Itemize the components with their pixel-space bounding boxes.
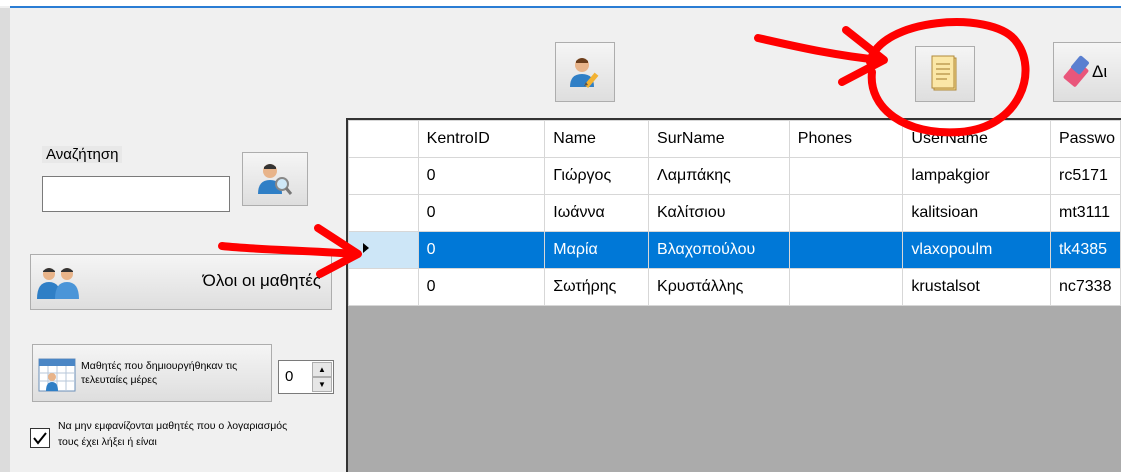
table-cell[interactable]: Γιώργος: [544, 157, 650, 195]
days-spinner-value: 0: [285, 368, 294, 385]
row-header[interactable]: [348, 157, 419, 195]
table-cell[interactable]: tk4385: [1049, 231, 1121, 269]
spinner-up-button[interactable]: ▲: [312, 362, 332, 377]
table-cell[interactable]: [788, 268, 904, 306]
row-header[interactable]: [348, 194, 419, 232]
table-cell[interactable]: rc5171: [1049, 157, 1121, 195]
table-cell[interactable]: Βλαχοπούλου: [648, 231, 790, 269]
column-header[interactable]: Phones: [788, 120, 904, 158]
table-cell[interactable]: 0: [417, 157, 546, 195]
all-students-label: Όλοι οι μαθητές: [202, 271, 321, 290]
hide-expired-checkbox[interactable]: [30, 428, 50, 448]
table-cell[interactable]: [788, 194, 904, 232]
annotation-arrowhead-top: [838, 26, 888, 86]
user-edit-icon: [570, 58, 599, 89]
table-cell[interactable]: 0: [417, 268, 546, 306]
row-header-current[interactable]: [348, 231, 419, 269]
column-header[interactable]: Passwo: [1049, 120, 1121, 158]
recent-students-label: Μαθητές που δημιουργήθηκαν τις τελευταίε…: [81, 360, 238, 386]
students-table: KentroID Name SurName Phones UserName Pa…: [348, 120, 1121, 306]
table-cell[interactable]: Καλίτσιου: [648, 194, 790, 232]
eraser-icon: [1063, 55, 1089, 87]
search-button[interactable]: [242, 152, 308, 206]
annotation-arrow-left: [218, 242, 360, 258]
all-students-button[interactable]: Όλοι οι μαθητές: [30, 254, 332, 310]
table-cell[interactable]: lampakgior: [902, 157, 1051, 195]
notes-button[interactable]: [915, 46, 975, 102]
search-input[interactable]: [42, 176, 230, 212]
calendar-users-icon: [38, 358, 76, 392]
table-row[interactable]: 0 Ιωάννα Καλίτσιου kalitsioan mt3111: [348, 194, 1121, 232]
table-cell[interactable]: [788, 157, 904, 195]
table-row[interactable]: 0 Σωτήρης Κρυστάλλης krustalsot nc7338: [348, 268, 1121, 306]
left-border-strip: [0, 8, 10, 472]
table-cell[interactable]: Λαμπάκης: [648, 157, 790, 195]
table-cell[interactable]: Σωτήρης: [544, 268, 650, 306]
column-header[interactable]: KentroID: [417, 120, 546, 158]
table-cell[interactable]: [788, 231, 904, 269]
user-search-icon: [258, 164, 293, 195]
recent-students-button[interactable]: Μαθητές που δημιουργήθηκαν τις τελευταίε…: [32, 344, 272, 402]
table-row-selected[interactable]: 0 Μαρία Βλαχοπούλου vlaxopoulm tk4385: [348, 231, 1121, 269]
table-cell[interactable]: 0: [417, 194, 546, 232]
spinner-down-button[interactable]: ▼: [312, 377, 332, 392]
current-row-pointer-icon: [363, 243, 369, 253]
search-label: Αναζήτηση: [42, 146, 123, 163]
table-cell[interactable]: nc7338: [1049, 268, 1121, 306]
table-cell[interactable]: mt3111: [1049, 194, 1121, 232]
users-group-icon: [37, 268, 79, 299]
days-spinner[interactable]: 0 ▲ ▼: [278, 360, 334, 394]
table-row[interactable]: 0 Γιώργος Λαμπάκης lampakgior rc5171: [348, 157, 1121, 195]
title-accent-line: [10, 6, 1121, 8]
table-cell[interactable]: Μαρία: [544, 231, 650, 269]
header-row: KentroID Name SurName Phones UserName Pa…: [348, 120, 1121, 158]
corner-header: [348, 120, 419, 158]
table-cell[interactable]: 0: [417, 231, 546, 269]
hide-expired-label: Να μην εμφανίζονται μαθητές που ο λογαρι…: [58, 420, 288, 448]
annotation-arrow-top: [754, 34, 884, 64]
table-cell[interactable]: kalitsioan: [902, 194, 1051, 232]
delete-button-label: Δι: [1092, 62, 1108, 81]
edit-user-button[interactable]: [555, 42, 615, 102]
column-header[interactable]: SurName: [648, 120, 790, 158]
column-header[interactable]: UserName: [902, 120, 1051, 158]
checkmark-icon: [33, 432, 47, 445]
table-cell[interactable]: Κρυστάλλης: [648, 268, 790, 306]
notepad-icon: [931, 55, 957, 91]
column-header[interactable]: Name: [544, 120, 650, 158]
delete-button[interactable]: Δι: [1053, 42, 1121, 102]
table-cell[interactable]: Ιωάννα: [544, 194, 650, 232]
row-header[interactable]: [348, 268, 419, 306]
table-cell[interactable]: krustalsot: [902, 268, 1051, 306]
table-cell[interactable]: vlaxopoulm: [902, 231, 1051, 269]
students-grid[interactable]: KentroID Name SurName Phones UserName Pa…: [346, 118, 1121, 472]
